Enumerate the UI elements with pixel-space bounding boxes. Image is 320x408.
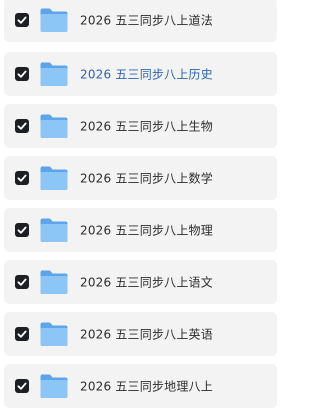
checkbox-checked-icon[interactable] bbox=[15, 119, 29, 133]
folder-row[interactable]: 2026 五三同步八上历史 bbox=[4, 52, 277, 96]
checkbox-checked-icon[interactable] bbox=[15, 67, 29, 81]
checkbox-checked-icon[interactable] bbox=[15, 223, 29, 237]
folder-name: 2026 五三同步八上生物 bbox=[80, 119, 213, 134]
folder-name: 2026 五三同步八上物理 bbox=[80, 223, 213, 238]
folder-row[interactable]: 2026 五三同步八上英语 bbox=[4, 312, 277, 356]
folder-row[interactable]: 2026 五三同步八上语文 bbox=[4, 260, 277, 304]
folder-icon bbox=[39, 320, 69, 348]
folder-name: 2026 五三同步八上语文 bbox=[80, 275, 213, 290]
folder-icon bbox=[39, 164, 69, 192]
folder-list: 2026 五三同步八上道法 2026 五三同步八上历史 2026 五三同步八上生… bbox=[0, 0, 277, 408]
folder-name: 2026 五三同步八上历史 bbox=[80, 67, 213, 82]
folder-icon bbox=[39, 372, 69, 400]
folder-row[interactable]: 2026 五三同步八上物理 bbox=[4, 208, 277, 252]
folder-row[interactable]: 2026 五三同步八上数学 bbox=[4, 156, 277, 200]
folder-row[interactable]: 2026 五三同步地理八上 bbox=[4, 364, 277, 408]
checkbox-checked-icon[interactable] bbox=[15, 327, 29, 341]
folder-icon bbox=[39, 112, 69, 140]
folder-name: 2026 五三同步八上数学 bbox=[80, 171, 213, 186]
checkbox-checked-icon[interactable] bbox=[15, 13, 29, 27]
folder-icon bbox=[39, 60, 69, 88]
folder-row[interactable]: 2026 五三同步八上生物 bbox=[4, 104, 277, 148]
checkbox-checked-icon[interactable] bbox=[15, 275, 29, 289]
checkbox-checked-icon[interactable] bbox=[15, 171, 29, 185]
checkbox-checked-icon[interactable] bbox=[15, 379, 29, 393]
folder-name: 2026 五三同步地理八上 bbox=[80, 379, 213, 394]
folder-name: 2026 五三同步八上英语 bbox=[80, 327, 213, 342]
folder-icon bbox=[39, 6, 69, 34]
folder-icon bbox=[39, 268, 69, 296]
folder-name: 2026 五三同步八上道法 bbox=[80, 13, 213, 28]
folder-icon bbox=[39, 216, 69, 244]
folder-row[interactable]: 2026 五三同步八上道法 bbox=[4, 0, 277, 42]
